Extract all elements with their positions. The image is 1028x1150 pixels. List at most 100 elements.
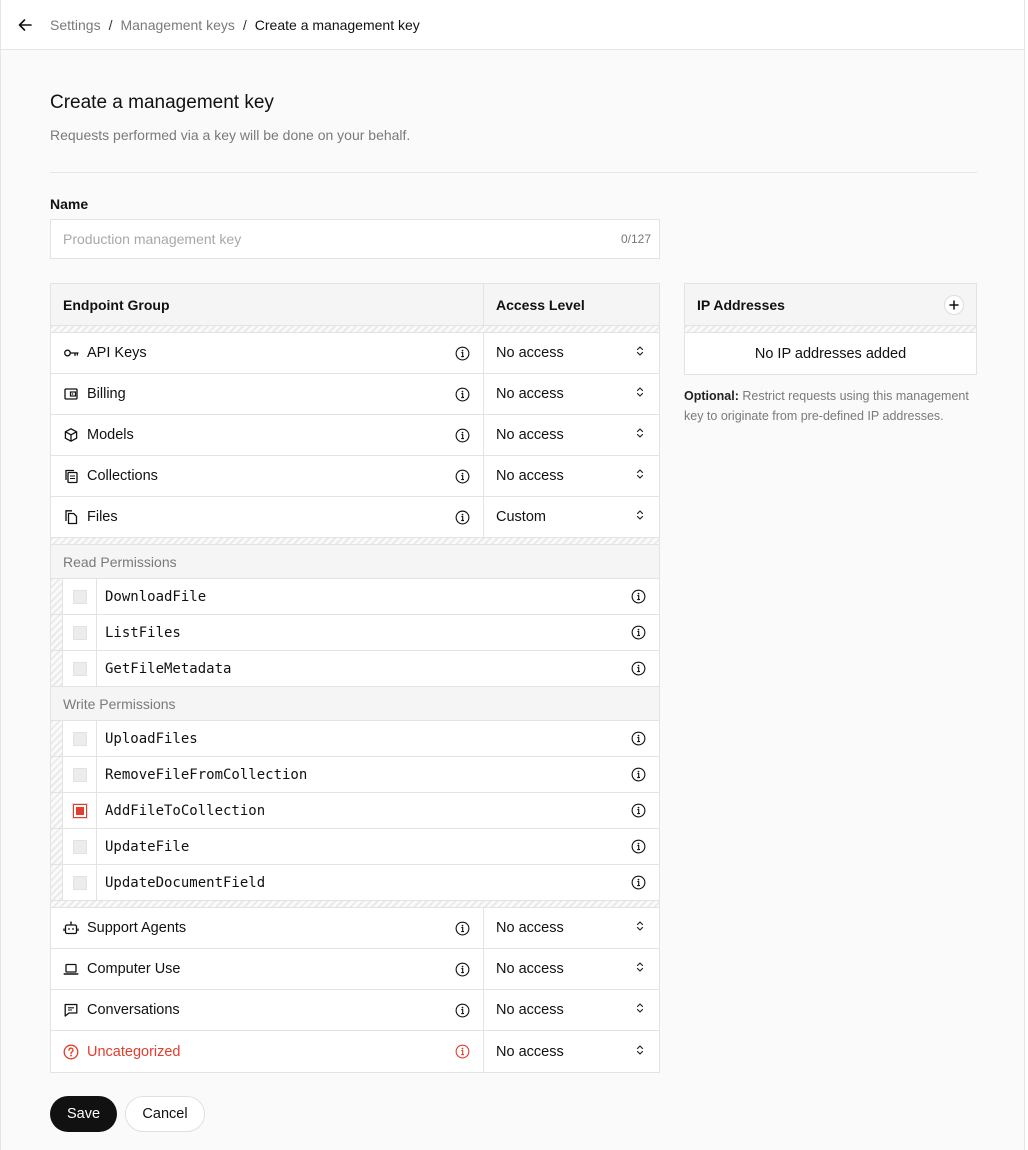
group-label: Conversations [87, 1002, 180, 1018]
hatch-divider [51, 538, 659, 545]
access-select-collections[interactable]: No access [484, 456, 659, 496]
permission-row: AddFileToCollection [51, 793, 659, 829]
permission-row: RemoveFileFromCollection [51, 757, 659, 793]
select-chevron-icon [635, 468, 645, 484]
info-icon[interactable] [454, 468, 470, 484]
back-arrow-icon[interactable] [15, 15, 35, 35]
permission-checkbox[interactable] [72, 731, 87, 746]
info-icon[interactable] [630, 839, 646, 855]
permission-name: UploadFiles [105, 730, 198, 747]
breadcrumb-current: Create a management key [254, 16, 420, 33]
group-label: Computer Use [87, 961, 181, 977]
ip-note-bold: Optional: [684, 389, 739, 403]
info-icon[interactable] [630, 661, 646, 677]
access-select-uncategorized[interactable]: No access [484, 1031, 659, 1072]
info-icon[interactable] [454, 961, 470, 977]
permission-name: RemoveFileFromCollection [105, 766, 308, 783]
top-bar: Settings / Management keys / Create a ma… [1, 0, 1024, 50]
permission-name: ListFiles [105, 624, 181, 641]
permission-checkbox[interactable] [72, 625, 87, 640]
info-icon[interactable] [454, 386, 470, 402]
permission-name: DownloadFile [105, 588, 207, 605]
select-chevron-icon [635, 1044, 645, 1060]
info-icon[interactable] [454, 427, 470, 443]
permissions-table: Endpoint Group Access Level API Keys No … [50, 283, 660, 1073]
add-ip-button[interactable] [944, 294, 964, 315]
group-row-computer-use: Computer Use No access [51, 949, 659, 990]
read-permissions-heading: Read Permissions [51, 545, 659, 579]
group-label: API Keys [87, 345, 147, 361]
permission-name: AddFileToCollection [105, 802, 266, 819]
permission-row: GetFileMetadata [51, 651, 659, 687]
app-frame: Settings / Management keys / Create a ma… [0, 0, 1025, 1150]
access-select-models[interactable]: No access [484, 415, 659, 455]
permission-checkbox[interactable] [72, 589, 87, 604]
breadcrumb-separator: / [108, 16, 113, 33]
info-icon[interactable] [454, 1002, 470, 1018]
laptop-icon [63, 961, 79, 977]
group-row-billing: Billing No access [51, 374, 659, 415]
access-select-files[interactable]: Custom [484, 497, 659, 537]
question-icon [63, 1044, 79, 1060]
section-divider [50, 172, 977, 173]
info-icon[interactable] [454, 920, 470, 936]
cancel-button[interactable]: Cancel [125, 1096, 205, 1132]
select-chevron-icon [635, 509, 645, 525]
info-icon[interactable] [630, 767, 646, 783]
access-select-conversations[interactable]: No access [484, 990, 659, 1030]
breadcrumb-separator: / [242, 16, 247, 33]
ip-addresses-header: IP Addresses [685, 284, 976, 326]
access-select-computer-use[interactable]: No access [484, 949, 659, 989]
permission-row: UpdateFile [51, 829, 659, 865]
hatch-divider [685, 326, 976, 333]
group-label: Uncategorized [87, 1043, 181, 1060]
permission-row: ListFiles [51, 615, 659, 651]
group-row-uncategorized: Uncategorized No access [51, 1031, 659, 1072]
group-row-api-keys: API Keys No access [51, 333, 659, 374]
info-icon[interactable] [454, 1044, 470, 1060]
permission-checkbox[interactable] [72, 875, 87, 890]
permission-checkbox[interactable] [72, 661, 87, 676]
select-chevron-icon [635, 920, 645, 936]
name-input[interactable] [51, 220, 621, 258]
permission-name: GetFileMetadata [105, 660, 232, 677]
group-row-models: Models No access [51, 415, 659, 456]
group-label: Models [87, 427, 134, 443]
page-subtitle: Requests performed via a key will be don… [50, 127, 411, 143]
info-icon[interactable] [630, 625, 646, 641]
access-value: No access [496, 920, 564, 936]
group-label: Billing [87, 386, 126, 402]
permission-row: DownloadFile [51, 579, 659, 615]
name-label: Name [50, 196, 89, 212]
page-title: Create a management key [50, 92, 274, 113]
permission-checkbox[interactable] [72, 767, 87, 782]
info-icon[interactable] [454, 509, 470, 525]
access-select-support-agents[interactable]: No access [484, 908, 659, 948]
write-permissions-heading: Write Permissions [51, 687, 659, 721]
permission-checkbox-checked[interactable] [71, 802, 88, 819]
info-icon[interactable] [630, 803, 646, 819]
chat-icon [63, 1002, 79, 1018]
files-icon [63, 509, 79, 525]
info-icon[interactable] [630, 731, 646, 747]
ip-optional-note: Optional: Restrict requests using this m… [684, 386, 977, 426]
info-icon[interactable] [630, 589, 646, 605]
breadcrumb-settings[interactable]: Settings [50, 17, 101, 33]
hatch-divider [51, 326, 659, 333]
ip-empty-state: No IP addresses added [754, 345, 907, 362]
permission-checkbox[interactable] [72, 839, 87, 854]
access-value: Custom [496, 509, 546, 525]
wallet-icon [63, 386, 79, 402]
access-value: No access [496, 345, 564, 361]
group-label: Files [87, 509, 118, 525]
breadcrumb-management-keys[interactable]: Management keys [120, 17, 234, 33]
access-select-api-keys[interactable]: No access [484, 333, 659, 373]
info-icon[interactable] [630, 875, 646, 891]
access-value: No access [496, 1002, 564, 1018]
access-select-billing[interactable]: No access [484, 374, 659, 414]
plus-icon [949, 299, 959, 310]
access-level-header: Access Level [496, 296, 585, 313]
robot-icon [63, 920, 79, 936]
save-button[interactable]: Save [50, 1096, 117, 1132]
info-icon[interactable] [454, 345, 470, 361]
